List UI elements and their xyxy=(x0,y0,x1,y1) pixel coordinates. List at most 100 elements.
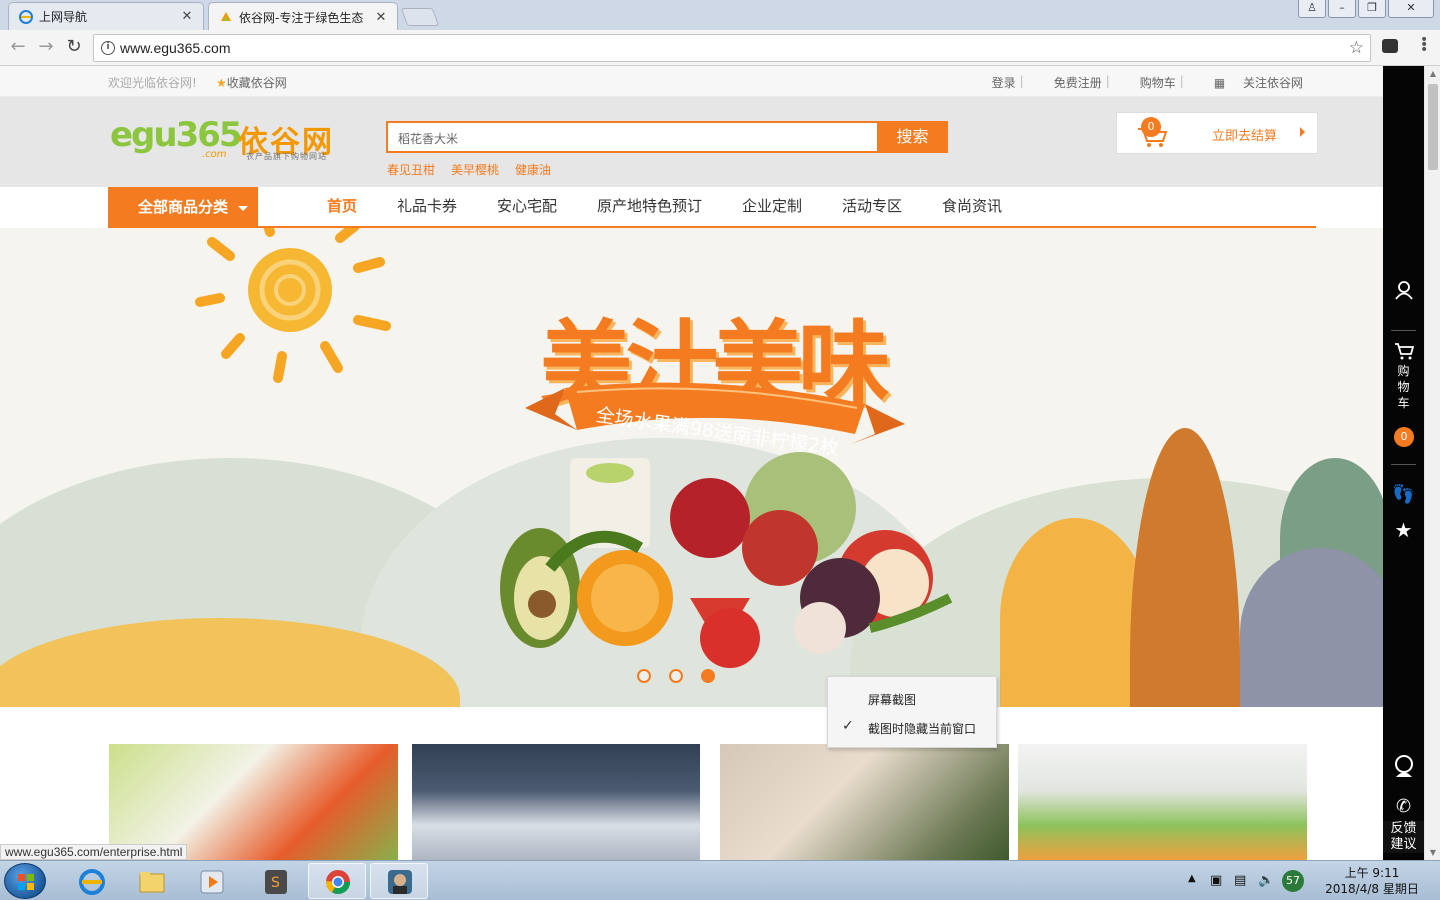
taskbar-media-player[interactable] xyxy=(182,863,240,899)
taskbar-explorer[interactable] xyxy=(122,863,180,899)
page-viewport: 欢迎光临依谷网! ★收藏依谷网 登录 | 免费注册 | 购物车 | ▦ 关注依谷网 e… xyxy=(0,66,1424,860)
tab-navigation[interactable]: 上网导航 ✕ xyxy=(8,2,204,30)
ie-icon xyxy=(19,9,33,24)
clock-date: 2018/4/8 星期日 xyxy=(1325,882,1419,896)
all-categories-label: 全部商品分类 xyxy=(138,198,229,216)
customer-service-icon[interactable] xyxy=(1383,754,1424,781)
follow-label: 关注依谷网 xyxy=(1242,76,1303,90)
nav-enterprise[interactable]: 企业定制 xyxy=(742,187,802,226)
sublime-text-icon: S xyxy=(265,870,287,894)
taskbar-app-avatar[interactable] xyxy=(370,863,428,899)
register-link[interactable]: 免费注册 xyxy=(1054,74,1102,91)
all-categories-button[interactable]: 全部商品分类 xyxy=(108,187,258,228)
close-icon[interactable]: ✕ xyxy=(181,9,193,24)
search-button[interactable]: 搜索 xyxy=(877,121,948,153)
hot-word-link[interactable]: 美早樱桃 xyxy=(451,161,499,178)
follow-link[interactable]: ▦ 关注依谷网 xyxy=(1200,74,1303,91)
restore-icon[interactable]: ❐ xyxy=(1358,0,1386,18)
close-window-icon[interactable]: ✕ xyxy=(1388,0,1434,18)
nav-food-news[interactable]: 食尚资讯 xyxy=(942,187,1002,226)
user-icon[interactable] xyxy=(1383,280,1424,303)
reload-icon[interactable]: ↻ xyxy=(64,38,84,58)
carousel-dot-active[interactable] xyxy=(701,669,715,683)
clock-time: 上午 9:11 xyxy=(1344,866,1400,880)
browser-toolbar: ← → ↻ i ☆ ••• xyxy=(0,30,1440,66)
header-cart[interactable]: 0 立即去结算 xyxy=(1116,112,1318,154)
tab-egu365[interactable]: 依谷网-专注于绿色生态 ✕ xyxy=(208,2,398,31)
favorite-label: 收藏依谷网 xyxy=(226,76,287,90)
footprint-icon[interactable]: 👣 xyxy=(1383,484,1424,505)
page-scrollbar[interactable]: ▲ ▼ xyxy=(1424,66,1440,860)
featured-tile-herbs[interactable] xyxy=(720,744,1009,860)
fruit-basket-illustration xyxy=(500,452,953,668)
close-icon[interactable]: ✕ xyxy=(375,10,387,25)
nav-origin-preorder[interactable]: 原产地特色预订 xyxy=(597,187,702,226)
nav-promotions[interactable]: 活动专区 xyxy=(842,187,902,226)
scroll-down-icon[interactable]: ▼ xyxy=(1428,848,1438,857)
tab-label: 依谷网-专注于绿色生态 xyxy=(239,10,364,25)
welcome-text: 欢迎光临依谷网! xyxy=(108,76,197,90)
url-input[interactable] xyxy=(120,38,1320,58)
taskbar-sublime[interactable]: S xyxy=(246,863,304,899)
chevron-down-icon xyxy=(238,206,248,211)
browser-menu-icon[interactable]: • • • xyxy=(1420,33,1428,57)
window-controls: ♙ – ❐ ✕ xyxy=(1296,0,1434,18)
system-clock[interactable]: 上午 9:11 2018/4/8 星期日 xyxy=(1320,865,1424,897)
nav-gift-cards[interactable]: 礼品卡券 xyxy=(397,187,457,226)
system-tray: ▲ ▣ ▤ 🔈 57 上午 9:11 2018/4/8 星期日 xyxy=(1180,861,1430,900)
windows-logo-icon xyxy=(18,874,34,890)
carousel-dot[interactable] xyxy=(669,669,683,683)
minimize-icon[interactable]: – xyxy=(1328,0,1356,18)
sidebar-cart[interactable]: 购物车 xyxy=(1383,342,1424,411)
taskbar-chrome[interactable] xyxy=(308,863,366,899)
site-header: egu365 依谷网 .com 农产品旗下购物网站 搜索 春见丑柑 美早樱桃 健… xyxy=(0,97,1383,187)
hero-banner[interactable]: 美汁美味 全场水果满98送南非柠檬2枚 xyxy=(0,228,1383,707)
featured-tile-produce[interactable] xyxy=(109,744,398,860)
forward-icon[interactable]: → xyxy=(36,38,56,58)
volume-icon[interactable]: 🔈 xyxy=(1258,873,1274,888)
site-logo[interactable]: egu365 依谷网 .com 农产品旗下购物网站 xyxy=(110,115,350,161)
star-icon[interactable]: ★ xyxy=(1383,518,1424,542)
favorite-link[interactable]: ★收藏依谷网 xyxy=(216,74,287,91)
nav-home[interactable]: 首页 xyxy=(327,187,357,226)
checkout-link[interactable]: 立即去结算 xyxy=(1212,125,1277,144)
hot-word-link[interactable]: 健康油 xyxy=(515,161,551,178)
sidebar-cart-label: 购物车 xyxy=(1397,364,1410,410)
hot-word-link[interactable]: 春见丑柑 xyxy=(387,161,435,178)
egu-favicon-icon xyxy=(221,12,231,21)
taskbar-ie[interactable] xyxy=(62,863,120,899)
hot-words: 春见丑柑 美早樱桃 健康油 xyxy=(387,161,567,178)
menu-item-screenshot[interactable]: 屏幕截图 xyxy=(868,691,916,708)
profile-icon[interactable]: ♙ xyxy=(1298,0,1326,18)
tray-expand-icon[interactable]: ▲ xyxy=(1188,873,1202,887)
tray-device-icon[interactable]: ▣ xyxy=(1210,873,1224,888)
phone-icon[interactable]: ✆ xyxy=(1383,796,1424,817)
nav-home-delivery[interactable]: 安心宅配 xyxy=(497,187,557,226)
logo-tagline: 农产品旗下购物网站 xyxy=(246,152,327,161)
login-link[interactable]: 登录 xyxy=(992,74,1016,91)
browser-tabstrip: 上网导航 ✕ 依谷网-专注于绿色生态 ✕ ♙ – ❐ ✕ xyxy=(0,0,1440,31)
bookmark-star-icon[interactable]: ☆ xyxy=(1349,38,1364,58)
scroll-up-icon[interactable]: ▲ xyxy=(1428,69,1438,78)
featured-tile-wine[interactable] xyxy=(412,744,700,860)
banner-tree xyxy=(1130,428,1240,707)
tray-badge[interactable]: 57 xyxy=(1282,870,1304,892)
scroll-thumb[interactable] xyxy=(1428,84,1438,170)
cart-link[interactable]: 购物车 xyxy=(1140,74,1176,91)
menu-item-hide-window[interactable]: 截图时隐藏当前窗口 xyxy=(868,720,976,737)
address-bar[interactable]: i ☆ xyxy=(93,34,1371,62)
extension-icon[interactable] xyxy=(1382,39,1398,53)
carousel-dot[interactable] xyxy=(637,669,651,683)
network-icon[interactable]: ▤ xyxy=(1234,873,1248,888)
start-button[interactable] xyxy=(4,863,46,899)
screenshot-context-menu: 屏幕截图 ✓ 截图时隐藏当前窗口 xyxy=(827,676,997,748)
back-icon[interactable]: ← xyxy=(8,38,28,58)
divider xyxy=(1391,464,1416,465)
search-input[interactable] xyxy=(398,129,868,147)
new-tab-button[interactable] xyxy=(400,8,440,26)
featured-tile-salad[interactable] xyxy=(1018,744,1307,860)
feedback-button[interactable]: 反馈建议 xyxy=(1383,821,1424,853)
info-icon[interactable]: i xyxy=(101,41,115,55)
right-floating-toolbar: 购物车 0 👣 ★ ✆ 反馈建议 xyxy=(1383,66,1424,860)
qrcode-icon: ▦ xyxy=(1213,76,1226,90)
